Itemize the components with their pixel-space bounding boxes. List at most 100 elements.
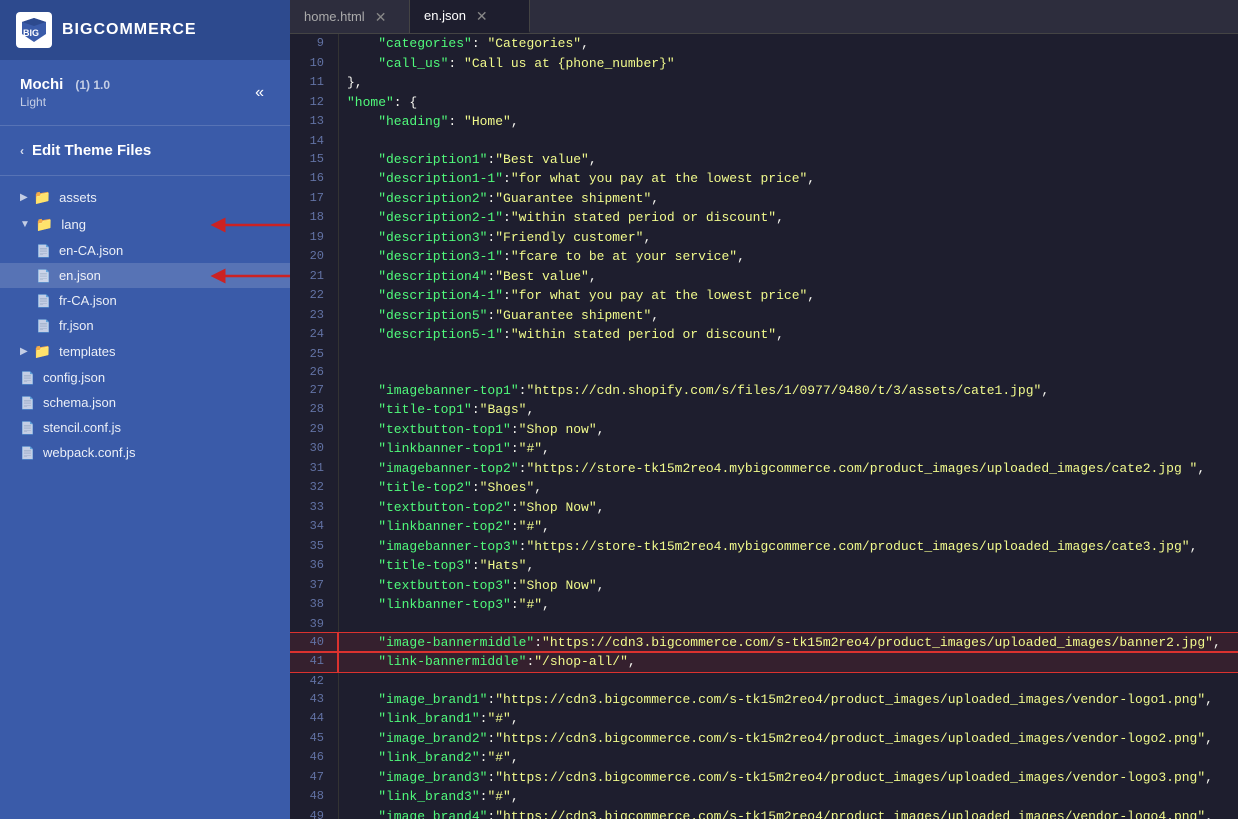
tree-item-fr-json[interactable]: 📄 fr.json xyxy=(0,313,290,338)
tab-home-html[interactable]: home.html ✕ xyxy=(290,0,410,33)
code-line-20: 20 "description3-1":"fcare to be at your… xyxy=(290,247,1238,267)
code-line-48: 48 "link_brand3":"#", xyxy=(290,787,1238,807)
line-code-46: "link_brand2":"#", xyxy=(338,748,1238,768)
line-code-12: "home": { xyxy=(338,93,1238,113)
line-number-14: 14 xyxy=(290,132,338,150)
line-number-40: 40 xyxy=(290,633,338,653)
code-line-19: 19 "description3":"Friendly customer", xyxy=(290,228,1238,248)
code-line-9: 9 "categories": "Categories", xyxy=(290,34,1238,54)
line-code-48: "link_brand3":"#", xyxy=(338,787,1238,807)
code-line-28: 28 "title-top1":"Bags", xyxy=(290,400,1238,420)
edit-theme-section: ‹ Edit Theme Files xyxy=(0,126,290,176)
app-title: BIGCOMMERCE xyxy=(62,21,197,39)
line-number-11: 11 xyxy=(290,73,338,93)
tree-item-templates[interactable]: ▶ 📁 templates xyxy=(0,338,290,365)
tab-en-json[interactable]: en.json ✕ xyxy=(410,0,530,33)
code-line-18: 18 "description2-1":"within stated perio… xyxy=(290,208,1238,228)
tab-close-en-json[interactable]: ✕ xyxy=(474,9,490,23)
code-line-10: 10 "call_us": "Call us at {phone_number}… xyxy=(290,54,1238,74)
tree-label-fr-CA-json: fr-CA.json xyxy=(59,293,117,308)
logo-icon: BIG xyxy=(16,12,52,48)
tree-item-lang[interactable]: ▼ 📁 lang xyxy=(0,211,290,238)
tree-item-en-json[interactable]: 📄 en.json xyxy=(0,263,290,288)
tree-item-schema-json[interactable]: 📄 schema.json xyxy=(0,390,290,415)
line-number-32: 32 xyxy=(290,478,338,498)
tree-label-lang: lang xyxy=(61,217,86,232)
code-line-36: 36 "title-top3":"Hats", xyxy=(290,556,1238,576)
code-table: 9 "categories": "Categories",10 "call_us… xyxy=(290,34,1238,819)
tree-item-webpack-conf-js[interactable]: 📄 webpack.conf.js xyxy=(0,440,290,465)
store-version: (1) 1.0 xyxy=(75,78,110,92)
line-number-29: 29 xyxy=(290,420,338,440)
line-code-38: "linkbanner-top3":"#", xyxy=(338,595,1238,615)
line-number-30: 30 xyxy=(290,439,338,459)
line-code-36: "title-top3":"Hats", xyxy=(338,556,1238,576)
line-code-33: "textbutton-top2":"Shop Now", xyxy=(338,498,1238,518)
line-number-13: 13 xyxy=(290,112,338,132)
main-content: home.html ✕ en.json ✕ 9 "categories": "C… xyxy=(290,0,1238,819)
line-code-9: "categories": "Categories", xyxy=(338,34,1238,54)
line-number-33: 33 xyxy=(290,498,338,518)
code-line-32: 32 "title-top2":"Shoes", xyxy=(290,478,1238,498)
line-number-37: 37 xyxy=(290,576,338,596)
code-line-41: 41 "link-bannermiddle":"/shop-all/", xyxy=(290,652,1238,672)
store-theme: Light xyxy=(20,95,110,109)
line-code-29: "textbutton-top1":"Shop now", xyxy=(338,420,1238,440)
code-line-37: 37 "textbutton-top3":"Shop Now", xyxy=(290,576,1238,596)
code-line-46: 46 "link_brand2":"#", xyxy=(290,748,1238,768)
code-line-49: 49 "image_brand4":"https://cdn3.bigcomme… xyxy=(290,807,1238,819)
line-number-44: 44 xyxy=(290,709,338,729)
line-code-16: "description1-1":"for what you pay at th… xyxy=(338,169,1238,189)
line-number-12: 12 xyxy=(290,93,338,113)
tab-close-home-html[interactable]: ✕ xyxy=(373,10,389,24)
tree-item-stencil-conf-js[interactable]: 📄 stencil.conf.js xyxy=(0,415,290,440)
tree-label-en-json: en.json xyxy=(59,268,101,283)
edit-theme-button[interactable]: ‹ Edit Theme Files xyxy=(20,138,151,163)
code-line-42: 42 xyxy=(290,672,1238,690)
tree-item-assets[interactable]: ▶ 📁 assets xyxy=(0,184,290,211)
tree-label-webpack-conf-js: webpack.conf.js xyxy=(43,445,136,460)
tree-item-config-json[interactable]: 📄 config.json xyxy=(0,365,290,390)
line-number-20: 20 xyxy=(290,247,338,267)
code-line-26: 26 xyxy=(290,363,1238,381)
code-line-21: 21 "description4":"Best value", xyxy=(290,267,1238,287)
line-number-27: 27 xyxy=(290,381,338,401)
line-code-40: "image-bannermiddle":"https://cdn3.bigco… xyxy=(338,633,1238,653)
tree-label-schema-json: schema.json xyxy=(43,395,116,410)
file-icon-en: 📄 xyxy=(36,269,51,283)
code-line-14: 14 xyxy=(290,132,1238,150)
code-editor[interactable]: 9 "categories": "Categories",10 "call_us… xyxy=(290,34,1238,819)
line-number-31: 31 xyxy=(290,459,338,479)
store-name: Mochi xyxy=(20,76,63,93)
line-code-10: "call_us": "Call us at {phone_number}" xyxy=(338,54,1238,74)
file-icon-stencil: 📄 xyxy=(20,421,35,435)
collapse-sidebar-button[interactable]: « xyxy=(249,82,270,104)
line-code-11: }, xyxy=(338,73,1238,93)
code-line-15: 15 "description1":"Best value", xyxy=(290,150,1238,170)
code-line-11: 11}, xyxy=(290,73,1238,93)
tree-item-en-CA-json[interactable]: 📄 en-CA.json xyxy=(0,238,290,263)
line-number-45: 45 xyxy=(290,729,338,749)
line-code-18: "description2-1":"within stated period o… xyxy=(338,208,1238,228)
line-number-34: 34 xyxy=(290,517,338,537)
line-code-13: "heading": "Home", xyxy=(338,112,1238,132)
code-line-30: 30 "linkbanner-top1":"#", xyxy=(290,439,1238,459)
code-line-40: 40 "image-bannermiddle":"https://cdn3.bi… xyxy=(290,633,1238,653)
line-code-25 xyxy=(338,345,1238,363)
svg-text:BIG: BIG xyxy=(23,28,39,38)
tree-label-en-CA-json: en-CA.json xyxy=(59,243,123,258)
line-number-47: 47 xyxy=(290,768,338,788)
line-code-22: "description4-1":"for what you pay at th… xyxy=(338,286,1238,306)
folder-icon: 📁 xyxy=(34,189,51,206)
red-arrow-en-json xyxy=(208,266,290,286)
line-code-39 xyxy=(338,615,1238,633)
code-line-24: 24 "description5-1":"within stated perio… xyxy=(290,325,1238,345)
chevron-left-icon: ‹ xyxy=(20,144,24,158)
line-number-41: 41 xyxy=(290,652,338,672)
line-number-21: 21 xyxy=(290,267,338,287)
line-number-35: 35 xyxy=(290,537,338,557)
code-line-29: 29 "textbutton-top1":"Shop now", xyxy=(290,420,1238,440)
code-line-17: 17 "description2":"Guarantee shipment", xyxy=(290,189,1238,209)
tree-item-fr-CA-json[interactable]: 📄 fr-CA.json xyxy=(0,288,290,313)
caret-icon: ▶ xyxy=(20,192,28,203)
